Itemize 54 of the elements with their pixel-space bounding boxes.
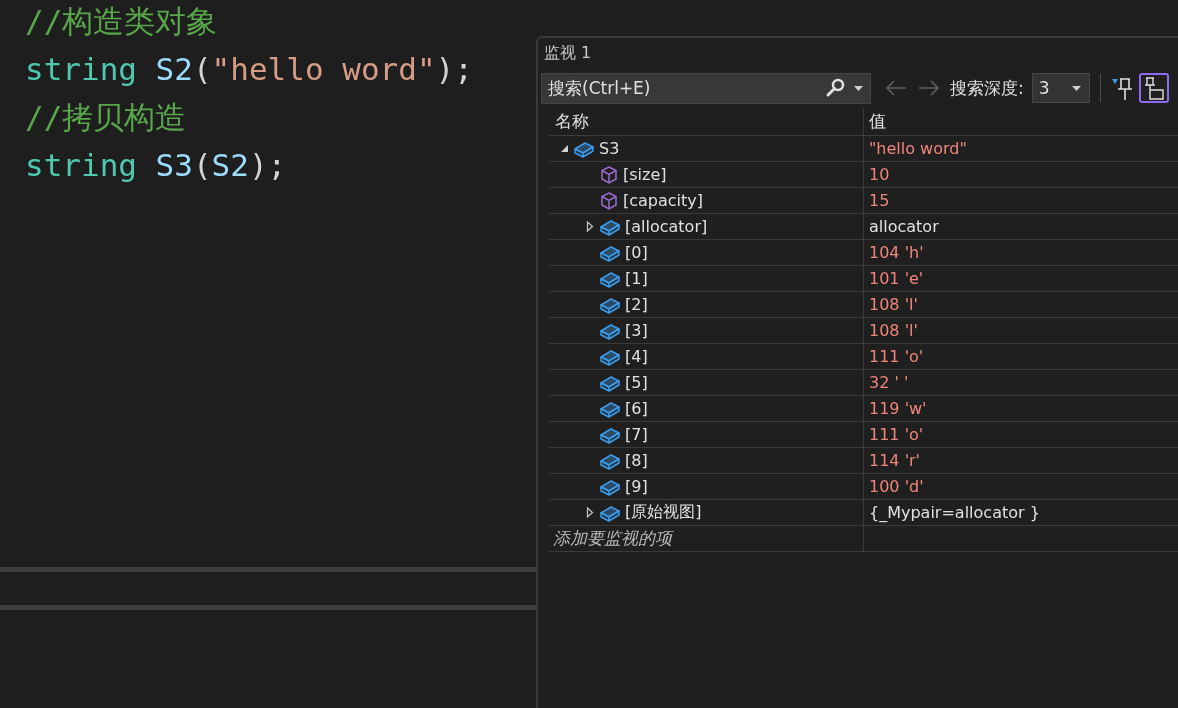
variable-name: [原始视图] [625,502,702,523]
value-cell-text: 114 'r' [868,450,921,472]
search-field[interactable]: 搜索(Ctrl+E) [541,72,871,104]
forward-arrow-icon[interactable] [918,80,940,96]
value-cell-text: allocator [868,216,940,238]
column-header[interactable]: 名称 [549,108,864,135]
depth-dropdown[interactable]: 3 [1031,73,1090,103]
expanded-triangle-icon[interactable] [559,144,569,153]
variable-name: S3 [599,139,620,158]
pin-text-icon [1142,76,1165,100]
value-cell-text: 32 ' ' [868,372,910,394]
search-depth-label: 搜索深度: [950,76,1024,100]
search-icon[interactable] [825,77,847,98]
value-cell-text: "hello word" [868,138,968,160]
pin-text-button[interactable] [1138,73,1169,103]
column-header[interactable]: 值 [864,108,1178,135]
collapsed-triangle-icon[interactable] [586,507,594,518]
back-arrow-icon[interactable] [885,80,907,96]
code-line: //拷贝构造 [25,98,188,137]
cube-icon [599,164,619,185]
variable-name: [capacity] [623,191,704,210]
caret-icon[interactable] [854,85,863,91]
variable-name: [2] [625,295,648,314]
caret-icon[interactable] [1071,85,1081,91]
variable-name: [3] [625,321,648,340]
variable-name: [6] [625,399,648,418]
value-cell-text: 10 [868,164,891,186]
variable-name: [1] [625,269,648,288]
code-line: //构造类对象 [25,2,219,41]
pin-icon[interactable] [1110,75,1133,101]
cube-icon [599,190,619,211]
variable-name: [9] [625,477,648,496]
value-cell-text: 111 'o' [868,424,925,446]
value-cell-text: 108 'l' [868,294,919,316]
value-cell-text: 111 'o' [868,346,925,368]
variable-name: [7] [625,425,648,444]
value-cell-text: 101 'e' [868,268,925,290]
panel-title: 监视 1 [543,42,593,64]
variable-name: [8] [625,451,648,470]
code-line: string S2("hello word"); [25,50,474,89]
collapsed-triangle-icon[interactable] [586,221,594,232]
value-cell-text: 119 'w' [868,398,928,420]
value-cell-text: 104 'h' [868,242,925,264]
value-cell-text: {_Mypair=allocator } [868,502,1041,524]
add-watch-field[interactable]: 添加要监视的项 [549,526,864,551]
variable-name: [0] [625,243,648,262]
variable-name: [allocator] [625,217,708,236]
variable-name: [4] [625,347,648,366]
code-line: string S3(S2); [25,146,288,185]
variable-name: [size] [623,165,667,184]
value-cell-text: 108 'l' [868,320,919,342]
variable-name: [5] [625,373,648,392]
value-cell-text: 15 [868,190,891,212]
value-cell-text: 100 'd' [868,476,925,498]
